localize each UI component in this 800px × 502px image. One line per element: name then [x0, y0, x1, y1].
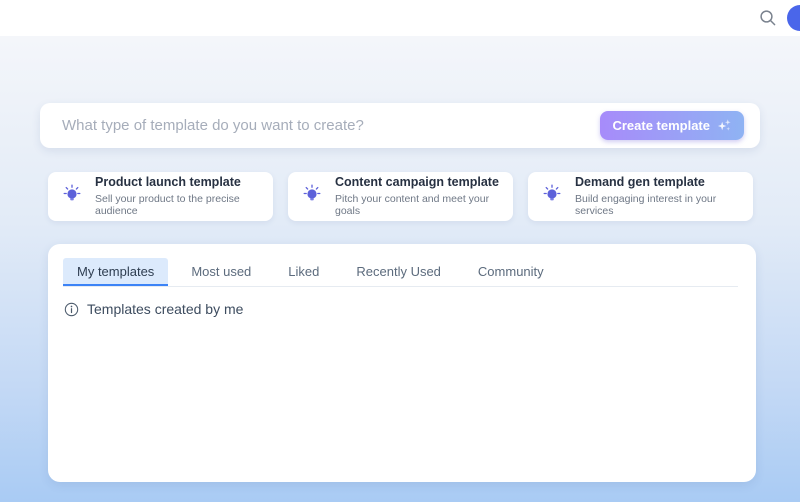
card-subtitle: Build engaging interest in your services	[575, 193, 753, 218]
lightbulb-icon	[61, 183, 83, 210]
templates-panel: My templates Most used Liked Recently Us…	[48, 244, 756, 482]
card-title: Content campaign template	[335, 175, 513, 191]
card-text: Content campaign template Pitch your con…	[335, 175, 513, 218]
tab-my-templates[interactable]: My templates	[63, 258, 168, 286]
top-bar	[0, 0, 800, 36]
create-template-label: Create template	[612, 118, 710, 133]
search-icon[interactable]	[758, 8, 778, 28]
tab-recently-used[interactable]: Recently Used	[342, 258, 455, 286]
empty-state-text: Templates created by me	[87, 301, 243, 317]
card-title: Product launch template	[95, 175, 273, 191]
card-subtitle: Sell your product to the precise audienc…	[95, 193, 273, 218]
lightbulb-icon	[301, 183, 323, 210]
card-demand-gen[interactable]: Demand gen template Build engaging inter…	[528, 172, 753, 221]
tab-liked[interactable]: Liked	[274, 258, 333, 286]
card-title: Demand gen template	[575, 175, 753, 191]
card-subtitle: Pitch your content and meet your goals	[335, 193, 513, 218]
tab-community[interactable]: Community	[464, 258, 558, 286]
user-avatar[interactable]	[787, 5, 800, 31]
template-prompt-bar: Create template	[40, 103, 760, 148]
empty-state-row: Templates created by me	[64, 301, 756, 317]
suggestion-cards-row: Product launch template Sell your produc…	[48, 172, 753, 221]
card-product-launch[interactable]: Product launch template Sell your produc…	[48, 172, 273, 221]
lightbulb-icon	[541, 183, 563, 210]
card-text: Product launch template Sell your produc…	[95, 175, 273, 218]
create-template-button[interactable]: Create template	[600, 111, 744, 140]
templates-tabs: My templates Most used Liked Recently Us…	[63, 258, 738, 287]
card-content-campaign[interactable]: Content campaign template Pitch your con…	[288, 172, 513, 221]
info-icon	[64, 302, 79, 317]
card-text: Demand gen template Build engaging inter…	[575, 175, 753, 218]
sparkles-icon	[717, 118, 732, 133]
template-prompt-input[interactable]	[62, 103, 617, 148]
tab-most-used[interactable]: Most used	[177, 258, 265, 286]
